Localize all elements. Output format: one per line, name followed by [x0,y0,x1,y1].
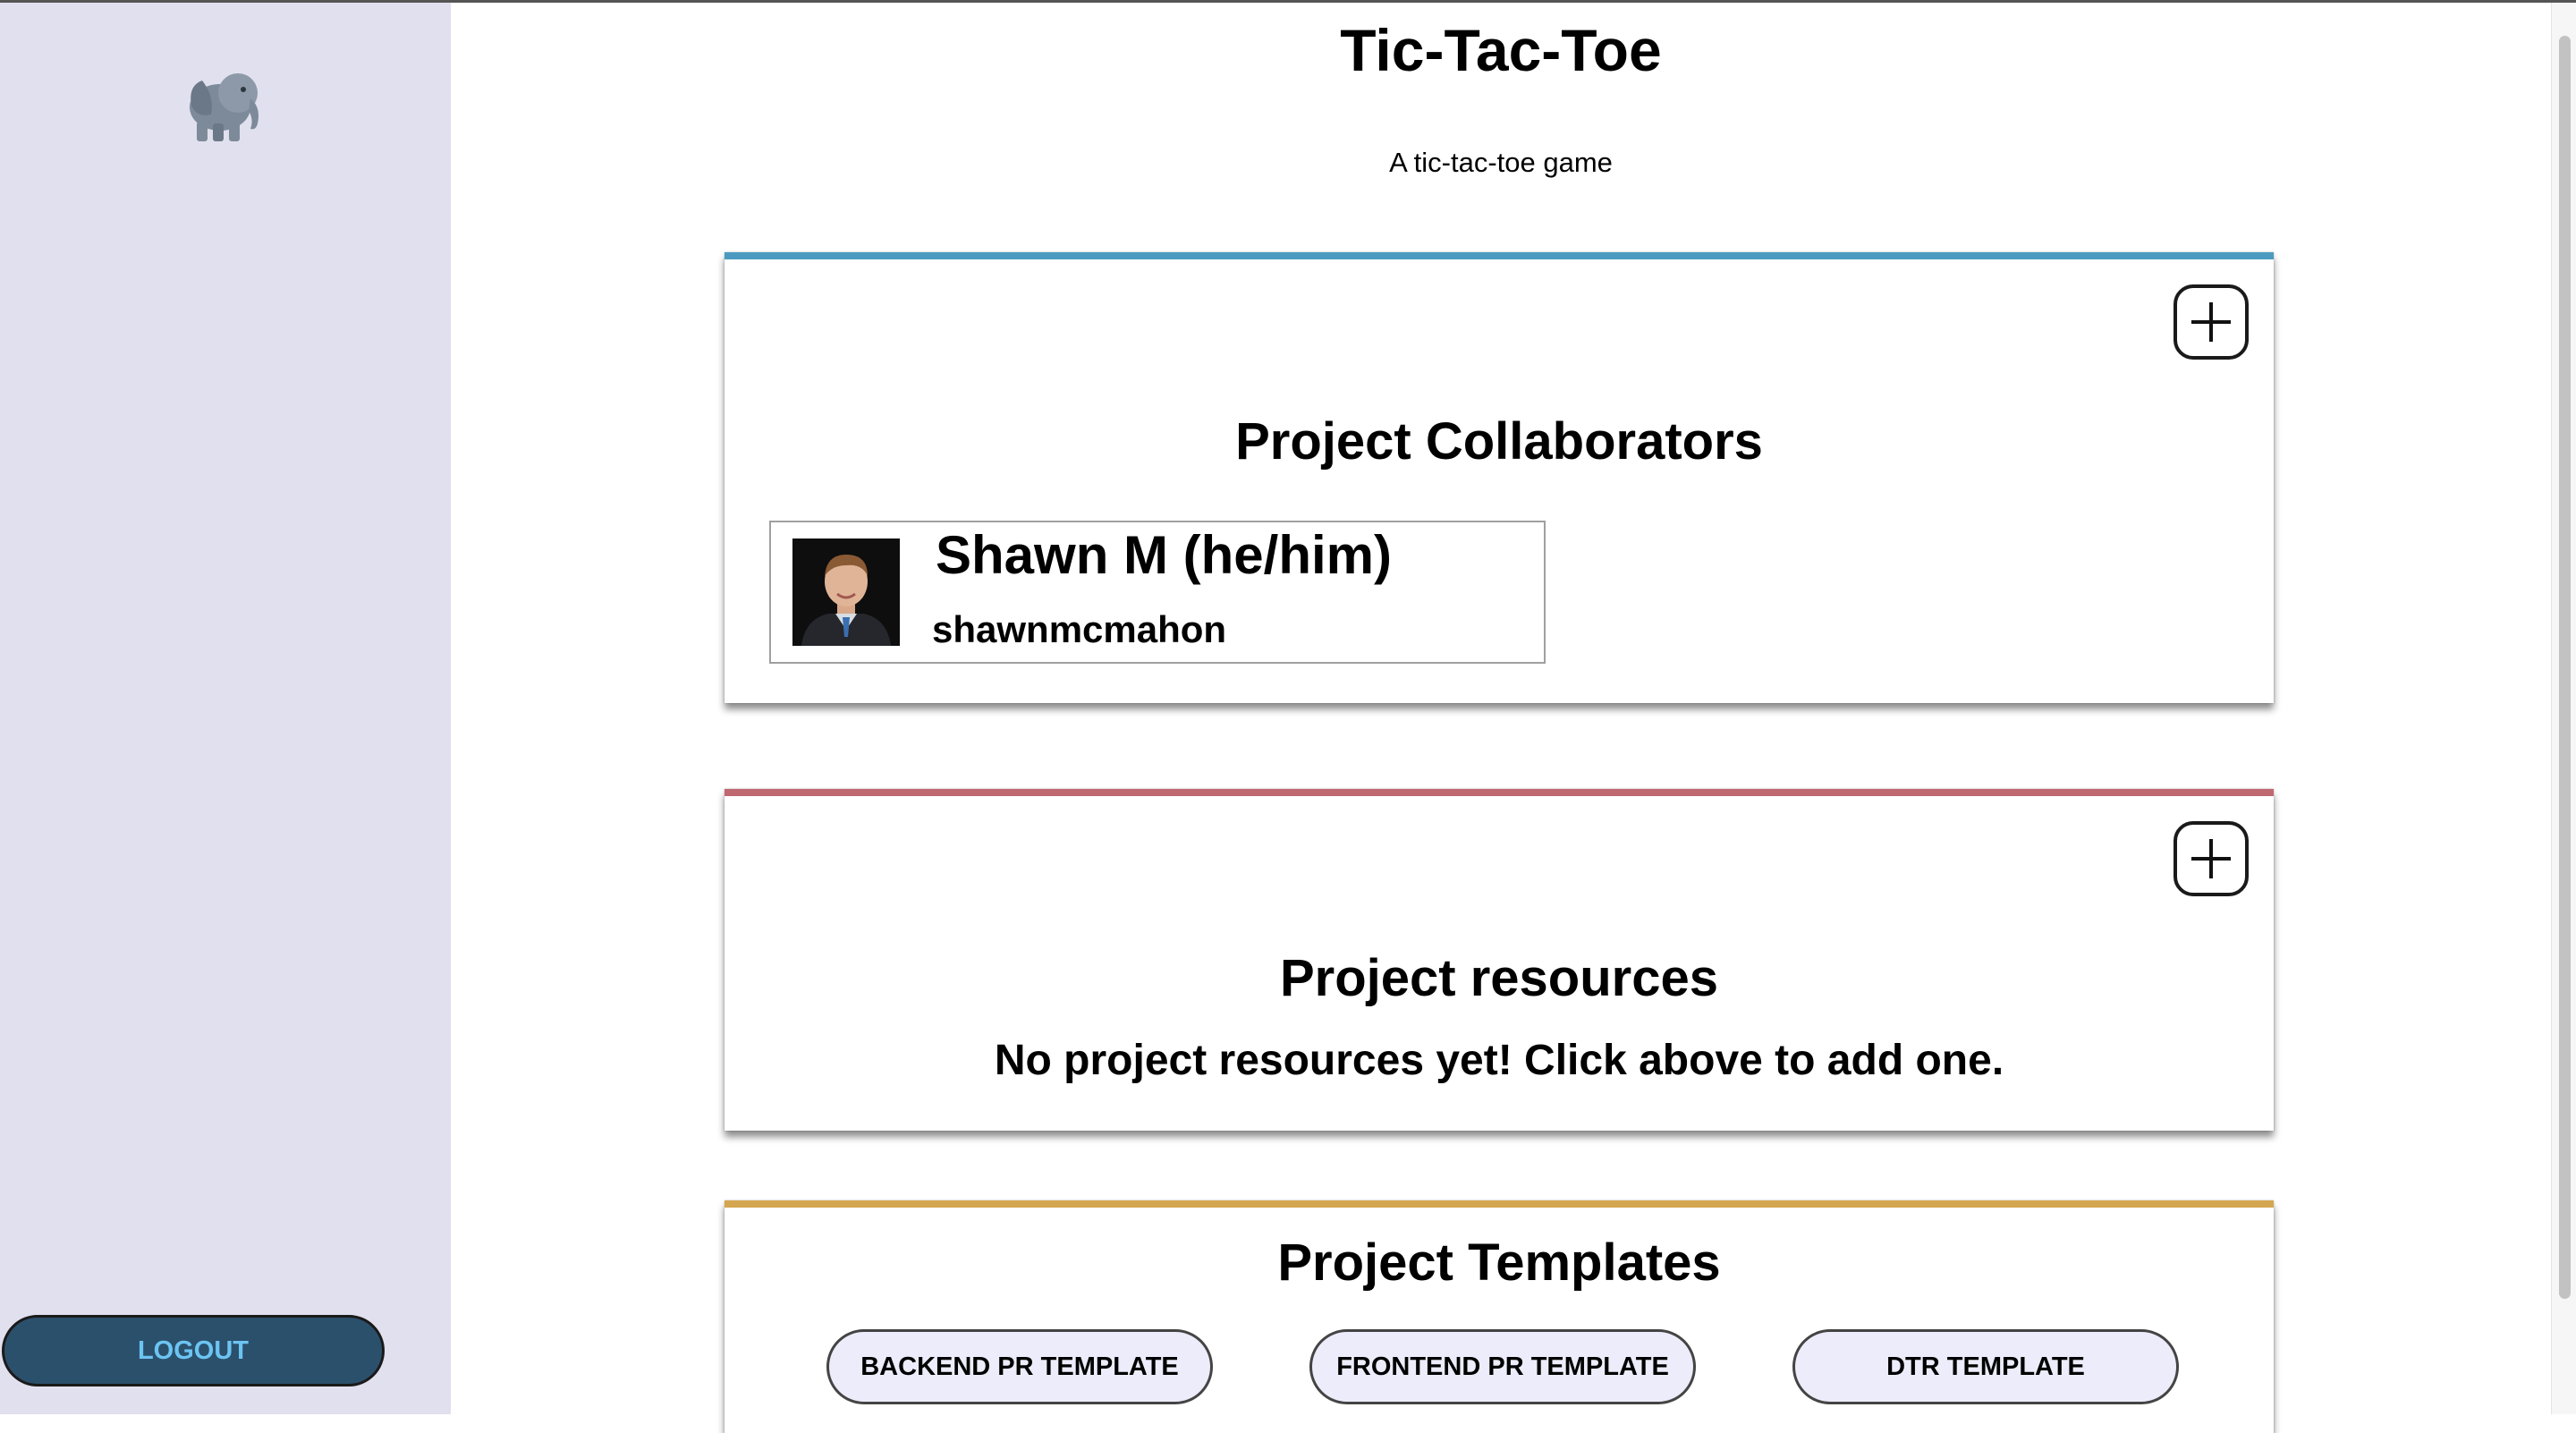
collaborator-username: shawnmcmahon [932,608,1227,650]
page-subtitle: A tic-tac-toe game [1389,147,1613,178]
plus-icon [2191,839,2231,878]
page-title: Tic-Tac-Toe [1340,17,1662,83]
elephant-icon[interactable] [184,66,267,143]
templates-card: Project Templates BACKEND PR TEMPLATE FR… [724,1200,2274,1433]
collaborator-card[interactable]: Shawn M (he/him) shawnmcmahon [769,521,1546,664]
logout-button[interactable]: LOGOUT [2,1315,385,1386]
window-top-border [0,0,2576,3]
backend-pr-template-button[interactable]: BACKEND PR TEMPLATE [826,1329,1213,1404]
add-collaborator-button[interactable] [2174,284,2249,360]
resources-title: Project resources [1279,949,1719,1007]
dtr-template-button[interactable]: DTR TEMPLATE [1792,1329,2179,1404]
frontend-pr-template-button[interactable]: FRONTEND PR TEMPLATE [1309,1329,1696,1404]
collaborators-card: Project Collaborators Shawn M (he/him) s… [724,252,2274,703]
templates-title: Project Templates [1277,1234,1721,1292]
resources-card: Project resources No project resources y… [724,789,2274,1131]
vertical-scrollbar[interactable] [2551,0,2576,1414]
collaborator-name: Shawn M (he/him) [936,525,1392,585]
plus-icon [2191,302,2231,342]
add-resource-button[interactable] [2174,821,2249,896]
scrollbar-thumb[interactable] [2559,36,2571,1299]
resources-empty-message: No project resources yet! Click above to… [994,1037,2004,1084]
sidebar: LOGOUT [0,0,451,1414]
main-content: Tic-Tac-Toe A tic-tac-toe game Project C… [451,0,2551,1433]
avatar [792,538,900,646]
collaborators-title: Project Collaborators [1235,412,1763,471]
